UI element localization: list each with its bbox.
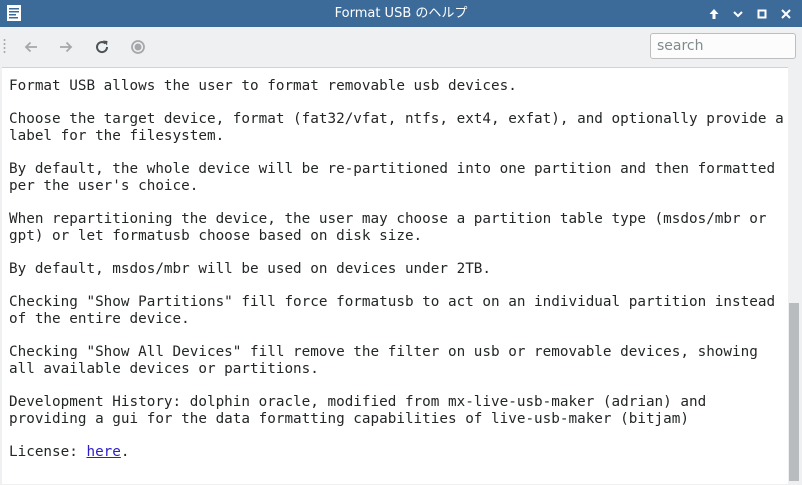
help-text: Format USB allows the user to format rem… bbox=[9, 78, 784, 477]
paragraph: By default, msdos/mbr will be used on de… bbox=[9, 261, 492, 277]
maximize-button[interactable] bbox=[752, 4, 772, 24]
license-label: License: bbox=[9, 444, 87, 460]
window-title: Format USB のヘルプ bbox=[334, 6, 468, 21]
toolbar bbox=[0, 27, 802, 67]
close-button[interactable] bbox=[776, 4, 796, 24]
paragraph: Development History: dolphin oracle, mod… bbox=[9, 394, 707, 427]
title-bar: Format USB のヘルプ bbox=[0, 0, 802, 27]
license-link[interactable]: here bbox=[86, 444, 120, 460]
reload-icon bbox=[96, 40, 109, 54]
paragraph: Checking "Show All Devices" fill remove … bbox=[9, 344, 758, 377]
stop-icon bbox=[131, 40, 145, 54]
arrow-right-icon bbox=[60, 41, 73, 53]
stop-button[interactable] bbox=[126, 35, 150, 59]
paragraph: By default, the whole device will be re-… bbox=[9, 161, 776, 194]
minimize-icon bbox=[733, 10, 743, 17]
paragraph: Choose the target device, format (fat32/… bbox=[9, 111, 784, 144]
search-input[interactable] bbox=[650, 33, 796, 59]
maximize-icon bbox=[757, 9, 767, 18]
minimize-button[interactable] bbox=[728, 4, 748, 24]
close-icon bbox=[781, 8, 791, 19]
help-window: Format USB のヘルプ search Format USB allows… bbox=[0, 0, 802, 485]
back-button[interactable] bbox=[19, 35, 43, 59]
arrow-up-icon bbox=[709, 8, 719, 19]
paragraph: Checking "Show Partitions" fill force fo… bbox=[9, 294, 776, 327]
vertical-scrollbar[interactable] bbox=[788, 67, 802, 483]
paragraph: When repartitioning the device, the user… bbox=[9, 211, 767, 244]
arrow-left-icon bbox=[24, 41, 37, 53]
paragraph: Format USB allows the user to format rem… bbox=[9, 78, 517, 94]
license-line: License: here. bbox=[9, 444, 784, 461]
reload-button[interactable] bbox=[90, 35, 114, 59]
license-end: . bbox=[120, 444, 130, 460]
keep-above-button[interactable] bbox=[704, 4, 724, 24]
scrollbar-thumb[interactable] bbox=[789, 303, 799, 481]
toolbar-grip-icon[interactable] bbox=[3, 38, 6, 56]
help-content: Format USB allows the user to format rem… bbox=[2, 67, 788, 484]
forward-button[interactable] bbox=[54, 35, 78, 59]
